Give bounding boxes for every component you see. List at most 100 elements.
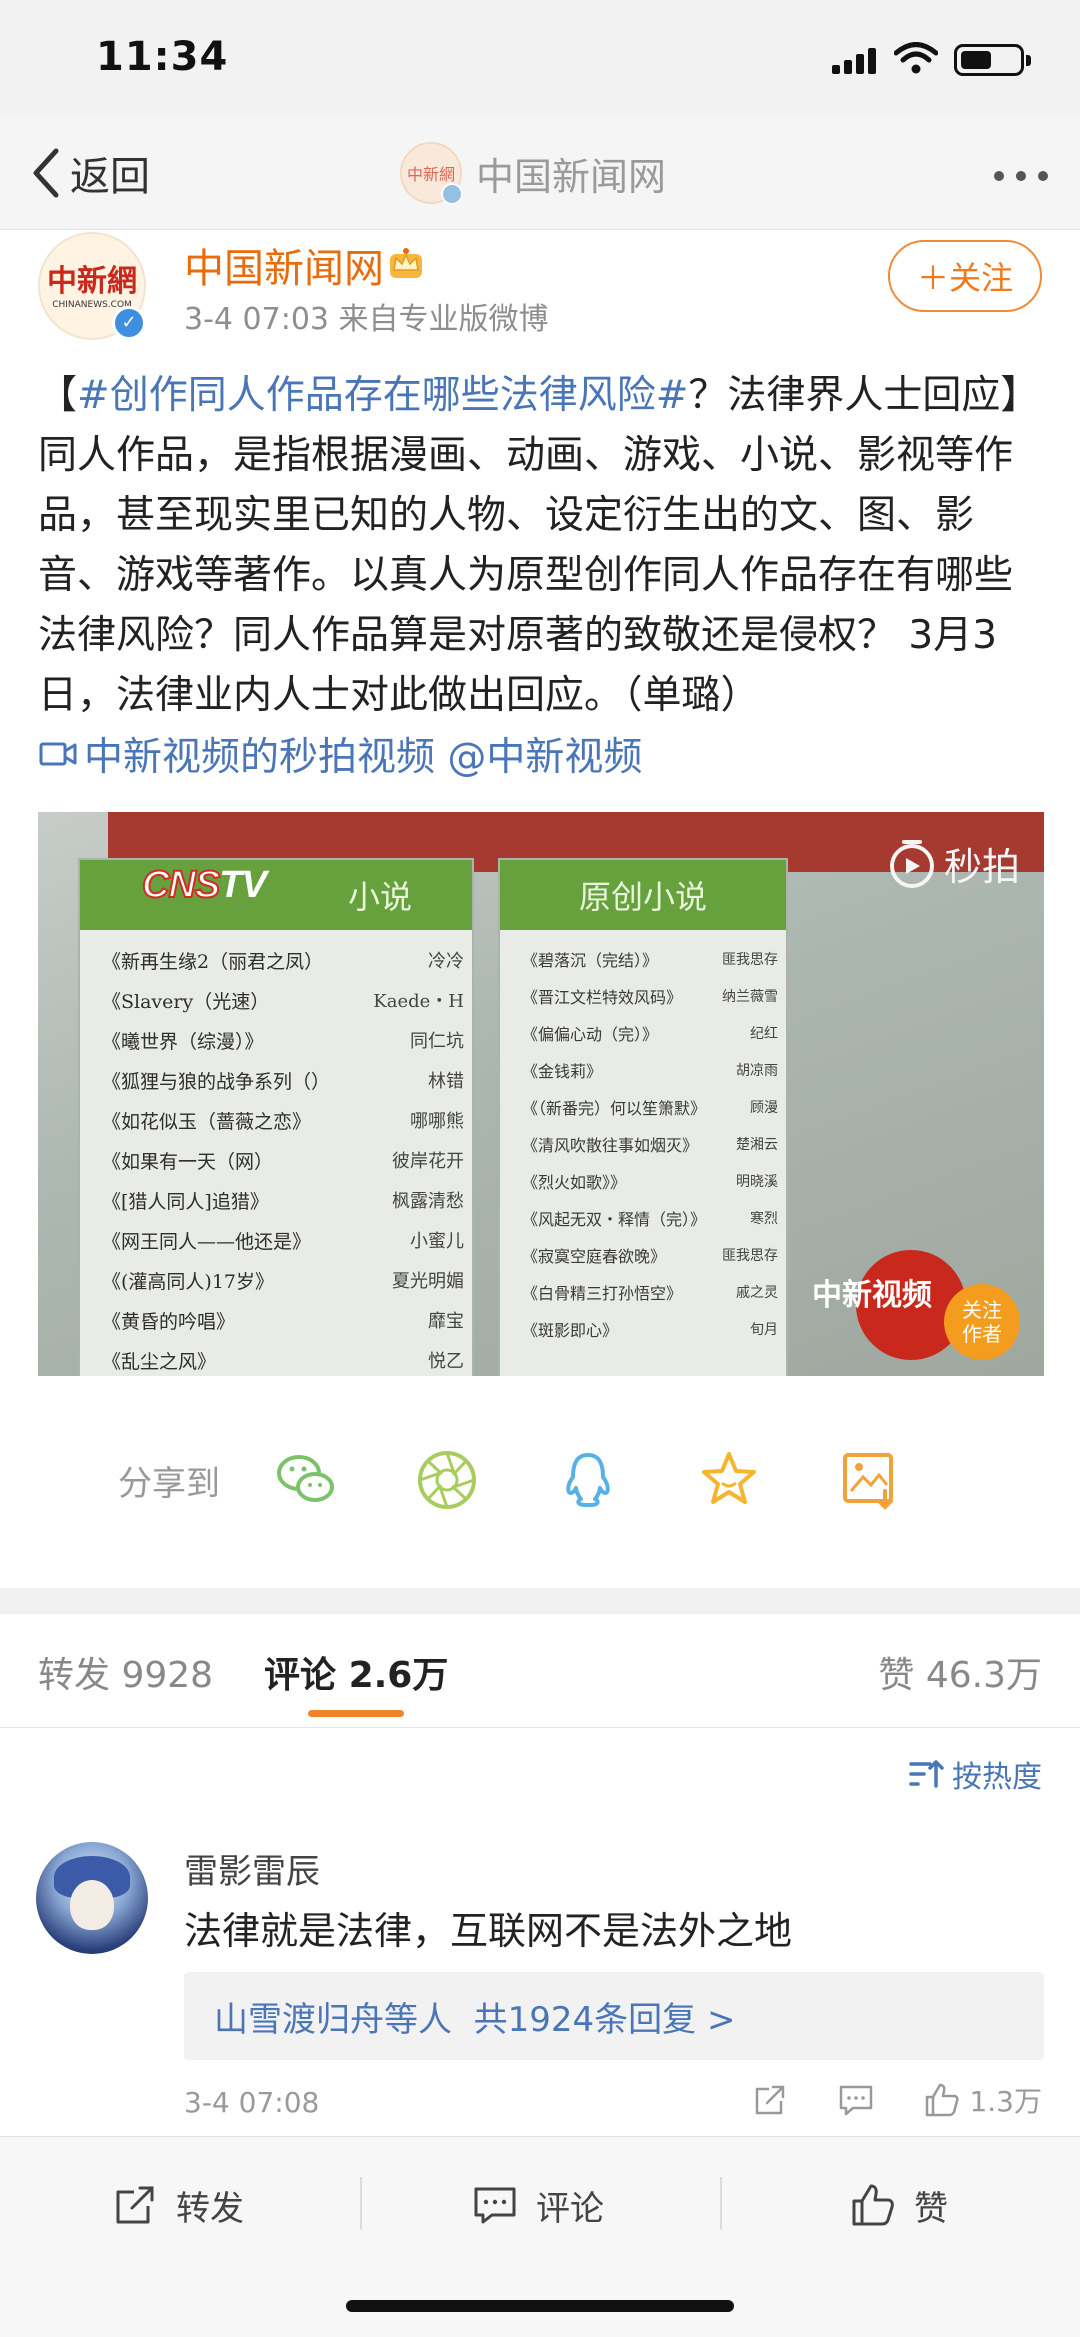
- cnstv-logo: CNSTV: [141, 863, 267, 907]
- right-panel-row-author: 明晓溪: [736, 1173, 778, 1190]
- commenter-avatar[interactable]: [36, 1842, 148, 1954]
- miaopai-watermark: 秒拍: [886, 836, 1020, 891]
- post-open-bracket: 【: [38, 373, 78, 418]
- comment-like-count: 1.3万: [969, 2085, 1042, 2118]
- right-panel-row-title: 《金钱莉》: [522, 1061, 603, 1081]
- tab-comments[interactable]: 评论 2.6万: [264, 1646, 448, 1698]
- comment-like-icon[interactable]: [923, 2081, 961, 2119]
- replies-count: 共1924条回复 >: [473, 1999, 736, 2040]
- back-button[interactable]: 返回: [28, 143, 150, 203]
- author-name[interactable]: 中国新闻网: [184, 236, 384, 294]
- left-panel-row-title: 《如果有一天（网）: [102, 1150, 274, 1173]
- video-player[interactable]: 小说 《新再生缘2（丽君之凤） 冷冷 《Slavery（光速） Kaede・H 《曦世界…: [38, 812, 1044, 1376]
- like-button[interactable]: 赞: [850, 2175, 948, 2235]
- video-link[interactable]: 中新视频的秒拍视频 @中新视频: [38, 726, 642, 782]
- left-panel-row: 《[猎人同人]追猎》 枫露清愁: [102, 1180, 464, 1220]
- sort-label: 按热度: [952, 1760, 1042, 1795]
- right-panel-row-title: 《风起无双・释情（完）》: [522, 1209, 707, 1229]
- repost-icon: [116, 2186, 154, 2224]
- right-panel-row: 《偏偏心动（完）》 纪红: [522, 1014, 778, 1051]
- left-panel-row-author: 林错: [428, 1071, 464, 1092]
- cnstv-logo-tv: TV: [219, 864, 267, 906]
- left-panel-row-title: 《新再生缘2（丽君之凤）: [102, 950, 324, 973]
- save-image-icon[interactable]: [837, 1447, 903, 1513]
- left-panel-row-title: 《如花似玉（蔷薇之恋》: [102, 1110, 312, 1133]
- cnstv-logo-cns: CNS: [141, 863, 221, 907]
- left-panel-row-author: 枫露清愁: [392, 1191, 464, 1212]
- commenter-name[interactable]: 雷影雷辰: [184, 1844, 320, 1893]
- right-panel-row-title: 《烈火如歌》》: [522, 1172, 627, 1192]
- interaction-tabs: 转发 9928 评论 2.6万 赞 46.3万: [0, 1614, 1080, 1728]
- comment-reply-icon[interactable]: [837, 2081, 875, 2119]
- right-panel-title: 原创小说: [500, 860, 786, 930]
- comment-share-icon[interactable]: [751, 2081, 789, 2119]
- left-panel-row-author: Kaede・H: [373, 991, 464, 1012]
- left-panel-row-author: 冷冷: [428, 951, 464, 972]
- bottom-separator: [360, 2177, 362, 2229]
- right-panel-row-author: 匪我思存: [722, 1247, 778, 1264]
- tab-likes[interactable]: 赞 46.3万: [878, 1646, 1042, 1698]
- right-panel-row: 《烈火如歌》》 明晓溪: [522, 1162, 778, 1199]
- left-panel-row: 《乱尘之风》 悦乙: [102, 1340, 464, 1376]
- comment-text: 法律就是法律，互联网不是法外之地: [184, 1909, 793, 1953]
- comment-button[interactable]: 评论: [472, 2175, 604, 2235]
- qq-icon[interactable]: [555, 1447, 621, 1513]
- right-panel-row: 《白骨精三打孙悟空》 戚之灵: [522, 1273, 778, 1310]
- right-panel-row-author: 顾漫: [750, 1099, 778, 1116]
- right-panel-row-author: 寒烈: [750, 1210, 778, 1227]
- right-panel-row-title: 《斑影即心》: [522, 1320, 619, 1340]
- video-right-panel: 原创小说 《碧落沉（完结）》 匪我思存 《晋江文栏特效风码》 纳兰薇雪 《偏偏心动（完）…: [498, 858, 788, 1376]
- comment-replies-link[interactable]: 山雪渡归舟等人 共1924条回复 >: [184, 1972, 1044, 2060]
- left-panel-list: 《新再生缘2（丽君之凤） 冷冷《Slavery（光速） Kaede・H 《曦世界（综漫…: [80, 930, 472, 1376]
- left-panel-row-author: 悦乙: [428, 1351, 464, 1372]
- post-hashtag[interactable]: #创作同人作品存在哪些法律风险#: [77, 373, 688, 418]
- wechat-icon[interactable]: [273, 1447, 339, 1513]
- right-panel-row: 《斑影即心》 旬月: [522, 1310, 778, 1347]
- vip-crown-icon: [390, 248, 422, 278]
- left-panel-row-title: 《Slavery（光速）: [102, 990, 270, 1013]
- left-panel-row: 《黄昏的吟唱》 靡宝: [102, 1300, 464, 1340]
- avatar-logo-text: 中新網: [47, 264, 137, 299]
- left-panel-row-title: 《(灌高同人)17岁》: [102, 1270, 275, 1293]
- comment-actions: 1.3万: [751, 2080, 1042, 2120]
- left-panel-row-title: 《网王同人——他还是》: [102, 1230, 312, 1253]
- sort-by-hot-button[interactable]: 按热度: [908, 1752, 1042, 1796]
- left-panel-row: 《Slavery（光速） Kaede・H: [102, 980, 464, 1020]
- section-divider: [0, 1588, 1080, 1614]
- left-panel-row: 《曦世界（综漫）》 同仁坑: [102, 1020, 464, 1060]
- tab-comments-count: 2.6万: [348, 1655, 449, 1696]
- right-panel-row: 《碧落沉（完结）》 匪我思存: [522, 940, 778, 977]
- left-panel-row-author: 彼岸花开: [392, 1151, 464, 1172]
- follow-author-button[interactable]: 关注 作者: [944, 1284, 1020, 1360]
- status-time: 11:34: [96, 34, 229, 80]
- right-panel-row-author: 旬月: [750, 1321, 778, 1338]
- comment-icon: [474, 2187, 516, 2224]
- right-panel-row-title: 《白骨精三打孙悟空》: [522, 1283, 683, 1303]
- nav-bar: 返回 中新網 中国新闻网: [0, 115, 1080, 230]
- right-panel-list: 《碧落沉（完结）》 匪我思存 《晋江文栏特效风码》 纳兰薇雪 《偏偏心动（完）》 纪红 《金…: [500, 930, 786, 1347]
- verified-badge-icon: ✓: [112, 306, 146, 340]
- tab-comments-label: 评论: [264, 1655, 337, 1696]
- right-panel-row: 《寂寞空庭春欲晚》 匪我思存: [522, 1236, 778, 1273]
- post-body: ？法律界人士回应】同人作品，是指根据漫画、动画、游戏、小说、影视等作品，甚至现实…: [38, 373, 1040, 718]
- right-panel-row-title: 《偏偏心动（完）》: [522, 1024, 659, 1044]
- repost-button[interactable]: 转发: [112, 2175, 244, 2235]
- nav-title: 中国新闻网: [476, 154, 667, 199]
- replies-prefix: 山雪渡归舟等人: [214, 1999, 452, 2040]
- left-panel-row-title: 《黄昏的吟唱》: [102, 1310, 236, 1333]
- moments-icon[interactable]: [414, 1447, 480, 1513]
- tab-reposts[interactable]: 转发 9928: [38, 1646, 213, 1698]
- follow-button[interactable]: ＋关注: [888, 240, 1042, 312]
- video-camera-icon: [39, 742, 77, 766]
- author-avatar[interactable]: 中新網 CHINANEWS.COM ✓: [38, 232, 146, 340]
- right-panel-row-title: 《（新番完）何以笙箫默》: [522, 1098, 707, 1118]
- favorite-icon[interactable]: [696, 1447, 762, 1513]
- right-panel-row-author: 戚之灵: [736, 1284, 778, 1301]
- right-panel-row-author: 纳兰薇雪: [722, 988, 778, 1005]
- bottom-separator: [720, 2177, 722, 2229]
- repost-label: 转发: [176, 2188, 244, 2229]
- left-panel-row: 《网王同人——他还是》 小蜜儿: [102, 1220, 464, 1260]
- nav-account-header[interactable]: 中新網 中国新闻网: [400, 142, 667, 205]
- active-tab-indicator: [308, 1710, 404, 1717]
- more-options-icon[interactable]: [994, 171, 1048, 181]
